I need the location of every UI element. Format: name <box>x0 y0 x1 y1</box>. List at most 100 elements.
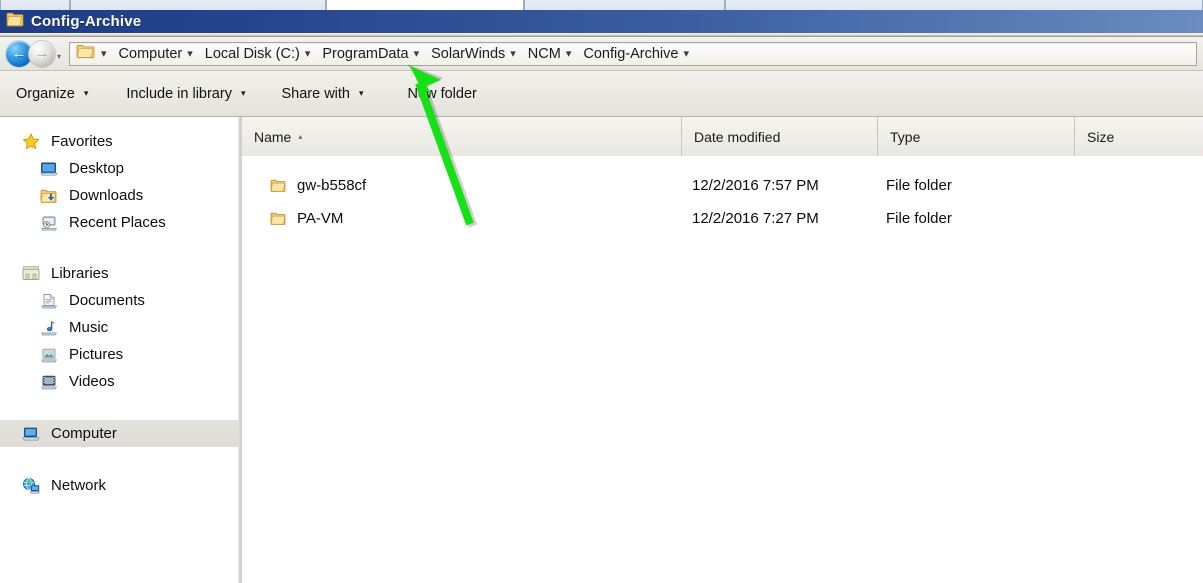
breadcrumb-label: SolarWinds <box>431 45 506 62</box>
sidebar-label: Recent Places <box>69 214 166 231</box>
documents-icon <box>40 292 60 310</box>
column-header-size[interactable]: Size <box>1075 117 1203 156</box>
breadcrumb-label: Computer <box>118 45 183 62</box>
breadcrumb-label: ProgramData <box>322 45 409 62</box>
tab-item[interactable] <box>0 0 70 10</box>
table-row[interactable]: PA-VM 12/2/2016 7:27 PM File folder <box>242 202 1203 235</box>
tab-item[interactable] <box>725 0 1203 10</box>
chevron-down-icon[interactable]: ▾ <box>57 52 61 61</box>
share-with-button[interactable]: Share with ▾ <box>271 79 373 109</box>
breadcrumb-config-archive[interactable]: Config-Archive ▾ <box>577 43 695 65</box>
chevron-down-icon: ▾ <box>510 48 516 60</box>
file-name: PA-VM <box>297 210 344 227</box>
breadcrumb-programdata[interactable]: ProgramData ▾ <box>316 43 425 65</box>
chevron-down-icon: ▾ <box>304 48 311 60</box>
include-in-library-label: Include in library <box>126 85 232 102</box>
column-header-type[interactable]: Type <box>878 117 1075 156</box>
tab-item[interactable] <box>70 0 326 10</box>
sidebar-label: Desktop <box>69 160 125 177</box>
address-folder-icon[interactable] <box>76 43 95 64</box>
file-name-cell: gw-b558cf <box>242 177 682 194</box>
sidebar-label: Downloads <box>69 187 144 204</box>
breadcrumb-solarwinds[interactable]: SolarWinds ▾ <box>425 43 522 65</box>
include-in-library-button[interactable]: Include in library ▾ <box>116 79 255 109</box>
sidebar-item-libraries[interactable]: Libraries <box>0 260 238 287</box>
navigation-bar: ← → ▾ ▾ Computer ▾ Local Disk (C:) ▾ Pro… <box>0 37 1203 71</box>
sidebar-group-network: Network <box>0 472 238 499</box>
new-folder-label: New folder <box>407 85 477 102</box>
libraries-icon <box>22 265 42 283</box>
sidebar-item-pictures[interactable]: Pictures <box>0 341 238 368</box>
sidebar-label: Videos <box>69 373 115 390</box>
chevron-down-icon: ▾ <box>240 88 246 98</box>
sidebar-item-videos[interactable]: Videos <box>0 368 238 395</box>
file-name-cell: PA-VM <box>242 210 682 227</box>
forward-button[interactable]: → <box>29 40 55 67</box>
sidebar-group-computer: Computer <box>0 420 238 447</box>
sidebar-item-network[interactable]: Network <box>0 472 238 499</box>
breadcrumb-local-disk-c[interactable]: Local Disk (C:) ▾ <box>199 43 317 65</box>
desktop-icon <box>40 160 60 178</box>
column-label: Name <box>254 128 292 145</box>
computer-icon <box>22 425 42 443</box>
column-header-date-modified[interactable]: Date modified <box>682 117 878 156</box>
sidebar-item-documents[interactable]: Documents <box>0 287 238 314</box>
sidebar-item-downloads[interactable]: Downloads <box>0 182 238 209</box>
chevron-down-icon: ▾ <box>413 48 420 60</box>
breadcrumb-ncm[interactable]: NCM ▾ <box>522 43 578 65</box>
column-header-name[interactable]: Name ▴ <box>242 117 682 156</box>
folder-icon <box>6 11 24 32</box>
forward-arrow-icon: → <box>34 45 50 62</box>
navigation-pane: Favorites Desktop Downloads Recent Place… <box>0 117 238 583</box>
column-label: Size <box>1087 128 1115 145</box>
file-type: File folder <box>886 177 952 194</box>
table-row[interactable]: gw-b558cf 12/2/2016 7:57 PM File folder <box>242 169 1203 202</box>
organize-label: Organize <box>16 85 75 102</box>
chevron-down-icon: ▾ <box>83 88 89 98</box>
sidebar-label: Network <box>51 477 107 494</box>
breadcrumb-separator-root[interactable]: ▾ <box>98 43 113 65</box>
sidebar-group-libraries: Libraries Documents Music Pictures Video… <box>0 260 238 395</box>
downloads-folder-icon <box>40 187 60 205</box>
address-bar[interactable]: ▾ Computer ▾ Local Disk (C:) ▾ ProgramDa… <box>69 41 1197 66</box>
sidebar-item-recent-places[interactable]: Recent Places <box>0 209 238 236</box>
window-title: Config-Archive <box>31 13 142 30</box>
breadcrumb-label: Local Disk (C:) <box>204 45 300 62</box>
chevron-down-icon: ▾ <box>187 48 193 60</box>
column-headers: Name ▴ Date modified Type Size <box>242 117 1203 156</box>
videos-icon <box>40 373 60 391</box>
chevron-down-icon: ▾ <box>359 88 364 98</box>
tab-item[interactable] <box>524 0 725 10</box>
chevron-down-icon: ▾ <box>683 48 689 60</box>
organize-button[interactable]: Organize ▾ <box>6 79 98 109</box>
pictures-icon <box>40 346 60 364</box>
tab-item-active[interactable] <box>326 0 524 10</box>
chevron-down-icon: ▾ <box>565 48 572 60</box>
title-bar: Config-Archive <box>0 10 1203 33</box>
sidebar-item-music[interactable]: Music <box>0 314 238 341</box>
sidebar-label: Computer <box>51 425 117 442</box>
file-name: gw-b558cf <box>297 177 367 194</box>
explorer-window: Config-Archive ← → ▾ ▾ Computer ▾ Local … <box>0 0 1203 583</box>
sidebar-label: Pictures <box>69 346 124 363</box>
chevron-down-icon: ▾ <box>101 48 107 60</box>
nav-buttons: ← → ▾ <box>0 40 61 67</box>
sidebar-label: Libraries <box>51 265 109 282</box>
sort-ascending-icon: ▴ <box>298 132 303 141</box>
column-label: Date modified <box>694 128 781 145</box>
back-arrow-icon: ← <box>11 45 27 62</box>
music-icon <box>40 319 60 337</box>
command-toolbar: Organize ▾ Include in library ▾ Share wi… <box>0 71 1203 117</box>
sidebar-item-computer[interactable]: Computer <box>0 420 238 447</box>
breadcrumb-label: Config-Archive <box>583 45 679 62</box>
new-folder-button[interactable]: New folder <box>398 79 487 109</box>
file-list-pane: Name ▴ Date modified Type Size gw-b558cf… <box>242 117 1203 583</box>
folder-icon <box>270 211 287 226</box>
sidebar-group-favorites: Favorites Desktop Downloads Recent Place… <box>0 128 238 236</box>
recent-places-icon <box>40 214 60 232</box>
file-date-modified: 12/2/2016 7:57 PM <box>692 177 819 194</box>
sidebar-item-favorites[interactable]: Favorites <box>0 128 238 155</box>
sidebar-item-desktop[interactable]: Desktop <box>0 155 238 182</box>
folder-icon <box>270 178 287 193</box>
breadcrumb-computer[interactable]: Computer ▾ <box>113 43 199 65</box>
